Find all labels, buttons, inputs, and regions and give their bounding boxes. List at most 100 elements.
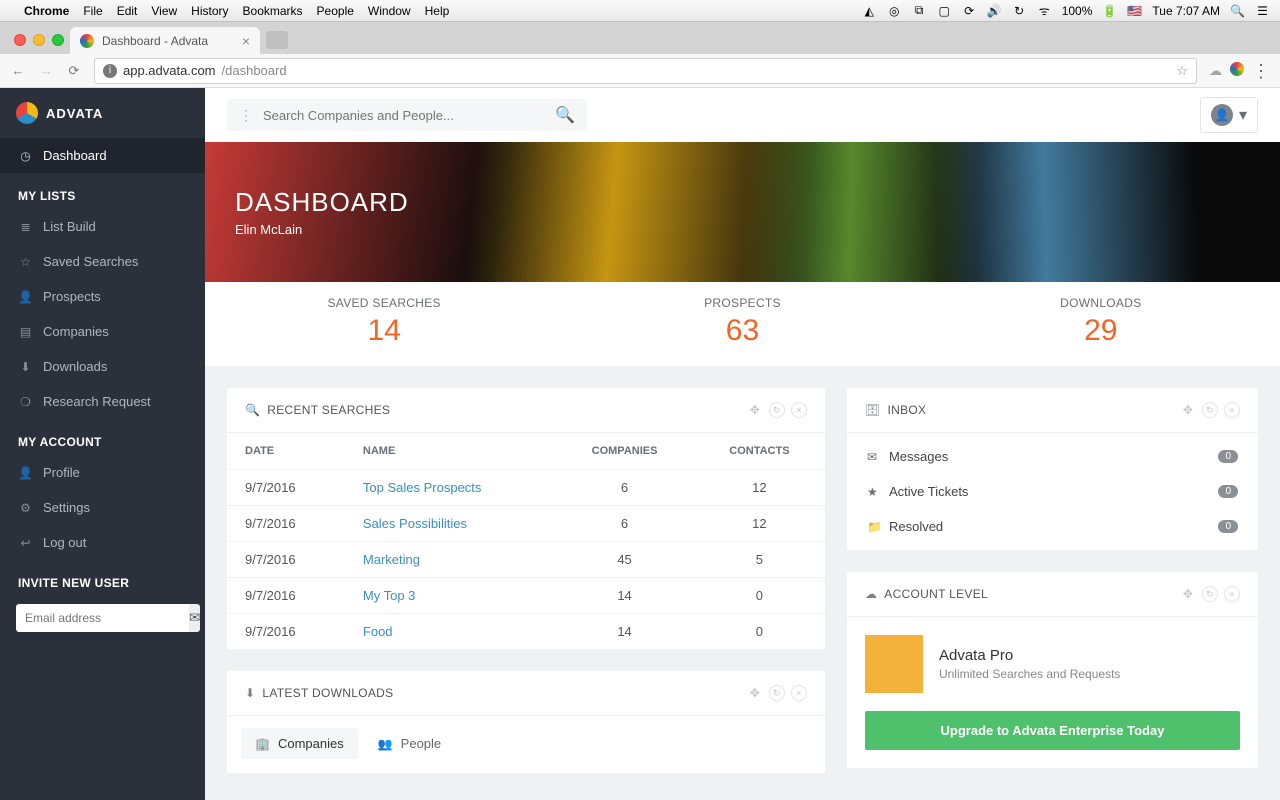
menu-edit[interactable]: Edit <box>117 4 138 18</box>
address-bar[interactable]: i app.advata.com/dashboard ☆ <box>94 58 1197 84</box>
bookmark-star-icon[interactable]: ☆ <box>1176 63 1188 79</box>
search-link[interactable]: Sales Possibilities <box>363 516 467 531</box>
wifi-icon[interactable]: ᯤ <box>1037 2 1052 19</box>
gdrive-icon[interactable]: ◭ <box>862 4 877 18</box>
sidebar-item-profile[interactable]: 👤 Profile <box>0 455 205 490</box>
refresh-icon[interactable]: ↻ <box>769 402 785 418</box>
search-input[interactable] <box>263 108 545 123</box>
sidebar-item-prospects[interactable]: 👤 Prospects <box>0 279 205 314</box>
menu-file[interactable]: File <box>83 4 102 18</box>
back-button[interactable]: ← <box>10 63 26 78</box>
brand-logo[interactable]: ADVATA <box>0 88 205 138</box>
volume-icon[interactable]: 🔊 <box>987 4 1002 18</box>
sidebar-item-log-out[interactable]: ↩ Log out <box>0 525 205 560</box>
count-badge: 0 <box>1218 485 1238 498</box>
cc-icon[interactable]: ◎ <box>887 4 902 18</box>
invite-send-button[interactable]: ✉ <box>189 604 200 632</box>
search-link[interactable]: Marketing <box>363 552 420 567</box>
move-icon[interactable]: ✥ <box>1180 586 1196 602</box>
sidebar-item-dashboard[interactable]: ◷ Dashboard <box>0 138 205 173</box>
invite-email-input[interactable] <box>16 604 189 632</box>
spotlight-icon[interactable]: 🔍 <box>1230 4 1245 18</box>
cell-contacts: 0 <box>694 614 825 650</box>
menu-bookmarks[interactable]: Bookmarks <box>243 4 303 18</box>
extension-1-icon[interactable]: ☁ <box>1209 63 1222 79</box>
sidebar-item-settings[interactable]: ⚙ Settings <box>0 490 205 525</box>
stat-downloads[interactable]: DOWNLOADS 29 <box>922 296 1280 348</box>
table-row[interactable]: 9/7/2016 My Top 3 14 0 <box>227 578 825 614</box>
battery-icon[interactable]: 🔋 <box>1102 4 1117 18</box>
new-tab-button[interactable] <box>266 31 288 49</box>
battery-percent: 100% <box>1062 4 1093 18</box>
sidebar-item-saved-searches[interactable]: ☆ Saved Searches <box>0 244 205 279</box>
forward-button[interactable]: → <box>38 63 54 78</box>
dropbox-icon[interactable]: ⧉ <box>912 3 927 18</box>
move-icon[interactable]: ✥ <box>747 402 763 418</box>
close-icon[interactable]: × <box>791 685 807 701</box>
sync-icon[interactable]: ⟳ <box>962 4 977 18</box>
search-link[interactable]: My Top 3 <box>363 588 416 603</box>
timemachine-icon[interactable]: ↻ <box>1012 4 1027 18</box>
sidebar-item-label: Research Request <box>43 394 151 409</box>
refresh-icon[interactable]: ↻ <box>1202 586 1218 602</box>
table-row[interactable]: 9/7/2016 Marketing 45 5 <box>227 542 825 578</box>
tab-companies[interactable]: 🏢 Companies <box>241 728 358 759</box>
cell-name: Marketing <box>345 542 555 578</box>
upgrade-button[interactable]: Upgrade to Advata Enterprise Today <box>865 711 1240 750</box>
sidebar-item-companies[interactable]: ▤ Companies <box>0 314 205 349</box>
main-content: ⋮ 🔍 👤 ▾ DASHBOARD Elin McLain SAVED SEAR… <box>205 88 1280 800</box>
table-row[interactable]: 9/7/2016 Sales Possibilities 6 12 <box>227 506 825 542</box>
inbox-item-messages[interactable]: ✉ Messages 0 <box>847 439 1258 474</box>
col-companies: COMPANIES <box>555 433 694 470</box>
stat-saved-searches[interactable]: SAVED SEARCHES 14 <box>205 296 563 348</box>
sidebar: ADVATA ◷ Dashboard MY LISTS ≣ List Build… <box>0 88 205 800</box>
menu-help[interactable]: Help <box>425 4 450 18</box>
site-info-icon[interactable]: i <box>103 64 117 78</box>
search-link[interactable]: Top Sales Prospects <box>363 480 482 495</box>
search-box[interactable]: ⋮ 🔍 <box>227 99 587 131</box>
close-icon[interactable]: × <box>1224 402 1240 418</box>
stat-label: SAVED SEARCHES <box>205 296 563 310</box>
menu-window[interactable]: Window <box>368 4 411 18</box>
search-icon[interactable]: 🔍 <box>555 105 575 125</box>
sidebar-item-research-request[interactable]: ❍ Research Request <box>0 384 205 419</box>
menu-view[interactable]: View <box>151 4 177 18</box>
table-row[interactable]: 9/7/2016 Food 14 0 <box>227 614 825 650</box>
sidebar-item-list-build[interactable]: ≣ List Build <box>0 209 205 244</box>
drag-handle-icon[interactable]: ⋮ <box>239 107 253 124</box>
tab-close-icon[interactable]: × <box>242 33 250 49</box>
close-icon[interactable]: × <box>1224 586 1240 602</box>
table-row[interactable]: 9/7/2016 Top Sales Prospects 6 12 <box>227 470 825 506</box>
menu-icon[interactable]: ☰ <box>1255 4 1270 18</box>
sidebar-item-downloads[interactable]: ⬇ Downloads <box>0 349 205 384</box>
refresh-icon[interactable]: ↻ <box>1202 402 1218 418</box>
account-menu-button[interactable]: 👤 ▾ <box>1200 97 1258 133</box>
chrome-menu-icon[interactable]: ⋮ <box>1252 62 1270 80</box>
cell-name: Sales Possibilities <box>345 506 555 542</box>
search-link[interactable]: Food <box>363 624 393 639</box>
inbox-item-icon: ★ <box>867 485 889 499</box>
airplay-icon[interactable]: ▢ <box>937 4 952 18</box>
menu-app[interactable]: Chrome <box>24 4 69 18</box>
close-window[interactable] <box>14 34 26 46</box>
inbox-item-active-tickets[interactable]: ★ Active Tickets 0 <box>847 474 1258 509</box>
minimize-window[interactable] <box>33 34 45 46</box>
reload-button[interactable]: ⟳ <box>66 63 82 79</box>
refresh-icon[interactable]: ↻ <box>769 685 785 701</box>
maximize-window[interactable] <box>52 34 64 46</box>
sidebar-section-myaccount: MY ACCOUNT <box>0 419 205 455</box>
chrome-tab-strip: Dashboard - Advata × <box>0 22 1280 54</box>
browser-tab[interactable]: Dashboard - Advata × <box>70 27 260 54</box>
panel-inbox: 🗄 INBOX ✥ ↻ × ✉ Messages 0 ★ Active Tick… <box>847 388 1258 550</box>
move-icon[interactable]: ✥ <box>747 685 763 701</box>
sidebar-item-label: Downloads <box>43 359 107 374</box>
menu-history[interactable]: History <box>191 4 228 18</box>
move-icon[interactable]: ✥ <box>1180 402 1196 418</box>
extension-2-icon[interactable] <box>1230 62 1244 79</box>
inbox-item-resolved[interactable]: 📁 Resolved 0 <box>847 509 1258 544</box>
tab-people[interactable]: 👥 People <box>364 728 455 759</box>
stat-prospects[interactable]: PROSPECTS 63 <box>563 296 921 348</box>
flag-icon[interactable]: 🇺🇸 <box>1127 4 1142 18</box>
close-icon[interactable]: × <box>791 402 807 418</box>
menu-people[interactable]: People <box>317 4 354 18</box>
